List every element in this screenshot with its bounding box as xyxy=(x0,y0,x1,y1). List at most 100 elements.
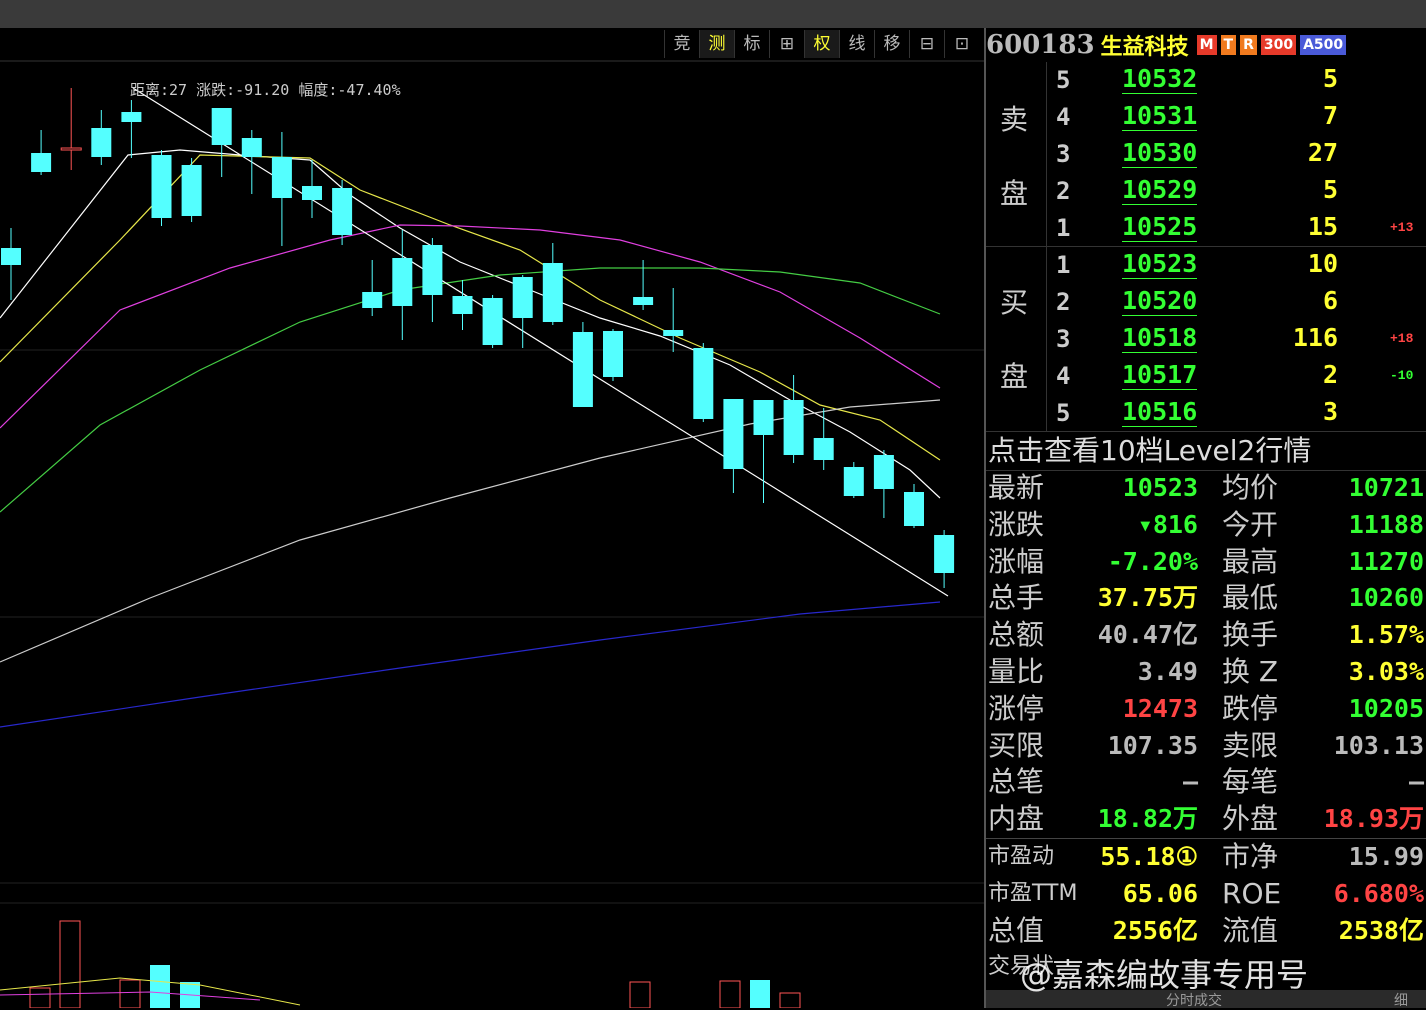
sell-label-2: 盘 xyxy=(1000,177,1029,210)
stat-label: 总额 xyxy=(988,618,1045,652)
candle xyxy=(271,132,292,246)
stat-value: 103.13 xyxy=(1333,730,1424,760)
buy-row-2[interactable]: 2 10520 6 xyxy=(1056,284,1426,321)
tab-detail[interactable]: 细 xyxy=(1394,990,1408,1010)
stat-label: 市盈动 xyxy=(988,843,1055,869)
candle xyxy=(151,150,172,226)
candle xyxy=(60,88,82,170)
candle xyxy=(181,158,202,222)
stat-label: 涨停 xyxy=(988,691,1045,725)
kline-chart[interactable]: 距离:27 涨跌:-91.20 幅度:-47.40% xyxy=(0,28,984,1008)
volume-bar xyxy=(29,987,51,1008)
stat-value: 40.47亿 xyxy=(1097,620,1198,650)
stat-label: 今开 xyxy=(1222,507,1279,541)
stat-label: 最低 xyxy=(1222,581,1279,615)
candle xyxy=(813,408,834,470)
stat-row: 总额 40.47亿 换手 1.57% xyxy=(986,617,1426,654)
buy-volume: 10 xyxy=(1307,249,1338,278)
buy-volume: 6 xyxy=(1322,286,1338,315)
buy-row-4[interactable]: 4 10517 2 -10 xyxy=(1056,358,1426,395)
stock-badge-300[interactable]: 300 xyxy=(1260,35,1297,55)
stat-row: 市盈动 55.18① 市净 15.99 xyxy=(986,839,1426,876)
sell-row-5[interactable]: 5 10532 5 xyxy=(1056,62,1426,99)
candle xyxy=(843,462,864,498)
stock-header: 600183 生益科技 M T R 300 A500 xyxy=(986,30,1347,60)
stat-value: 12473 xyxy=(1122,693,1198,723)
candle xyxy=(31,130,52,175)
toolbar-button-3[interactable]: ⊞ xyxy=(769,30,804,58)
volume-bar xyxy=(59,920,81,1008)
buy-row-3[interactable]: 3 10518 116 +18 xyxy=(1056,321,1426,358)
buy-row-1[interactable]: 1 10523 10 xyxy=(1056,247,1426,284)
sell-row-1[interactable]: 1 10525 15 +13 xyxy=(1056,210,1426,247)
buy-volume: 116 xyxy=(1292,323,1338,352)
toolbar-button-6[interactable]: 移 xyxy=(874,30,909,58)
stat-row: 总手 37.75万 最低 10260 xyxy=(986,580,1426,617)
sell-row-3[interactable]: 3 10530 27 xyxy=(1056,136,1426,173)
buy-level: 1 xyxy=(1056,251,1071,279)
stat-value: 10523 xyxy=(1122,473,1198,502)
toolbar-button-2[interactable]: 标 xyxy=(734,30,769,58)
stat-label: 市盈TTM xyxy=(988,880,1078,906)
stock-badge-r[interactable]: R xyxy=(1240,35,1257,55)
candle xyxy=(934,530,955,588)
buy-row-5[interactable]: 5 10516 3 xyxy=(1056,395,1426,432)
candle xyxy=(1,228,21,300)
stock-badge-a500[interactable]: A500 xyxy=(1300,35,1347,55)
stat-value: 65.06 xyxy=(1122,878,1198,908)
toolbar-button-0[interactable]: 竞 xyxy=(664,30,699,58)
candle xyxy=(121,100,142,158)
stock-name: 生益科技 xyxy=(1100,35,1189,60)
stat-label: 总值 xyxy=(988,913,1045,947)
sell-row-2[interactable]: 2 10529 5 xyxy=(1056,173,1426,210)
toolbar-button-4[interactable]: 权 xyxy=(804,30,839,58)
trendline[interactable] xyxy=(132,87,949,597)
stat-label: 流值 xyxy=(1222,913,1279,947)
buy-volume: 3 xyxy=(1322,397,1338,426)
sell-row-4[interactable]: 4 10531 7 xyxy=(1056,99,1426,136)
stat-label: 最高 xyxy=(1222,544,1279,578)
stat-label: 总笔 xyxy=(988,765,1045,799)
volume-bar xyxy=(629,981,651,1008)
volume-bar xyxy=(719,980,741,1008)
stat-row: 总值 2556亿 流值 2538亿 xyxy=(986,913,1426,950)
candle xyxy=(693,343,714,422)
stat-value: 11270 xyxy=(1348,546,1424,576)
toolbar-button-7[interactable]: ⊟ xyxy=(909,30,944,58)
level2-link[interactable]: 点击查看10档Level2行情 xyxy=(986,432,1426,471)
stat-row: 最新 10523 均价 10721 xyxy=(986,470,1426,507)
stat-value: 6.680% xyxy=(1333,878,1424,908)
toolbar-button-8[interactable]: ⊡ xyxy=(944,30,979,58)
sell-volume: 5 xyxy=(1322,175,1338,204)
toolbar-button-1[interactable]: 测 xyxy=(699,30,734,58)
stat-label: ROE xyxy=(1222,876,1282,910)
watermark: @嘉森编故事专用号 xyxy=(1020,956,1309,994)
candle xyxy=(572,322,593,407)
sell-change: +13 xyxy=(1390,220,1414,235)
stat-row: 买限 107.35 卖限 103.13 xyxy=(986,728,1426,765)
sell-volume: 7 xyxy=(1322,101,1338,130)
candle xyxy=(783,375,804,463)
sell-price: 10525 xyxy=(1122,212,1198,242)
toolbar-button-5[interactable]: 线 xyxy=(839,30,874,58)
stock-badge-t[interactable]: T xyxy=(1220,35,1237,55)
stat-value: 2556亿 xyxy=(1112,915,1198,945)
sell-level: 3 xyxy=(1056,140,1071,168)
stat-value: 11188 xyxy=(1348,509,1424,539)
sell-price: 10530 xyxy=(1122,138,1198,168)
stat-value: 18.82万 xyxy=(1097,804,1198,834)
candle xyxy=(392,230,413,340)
stat-value: 10260 xyxy=(1348,583,1424,613)
stock-badge-m[interactable]: M xyxy=(1196,35,1217,55)
stat-label: 涨跌 xyxy=(988,507,1045,541)
volume-bar xyxy=(150,965,170,1008)
candle xyxy=(603,329,623,381)
buy-label-1: 买 xyxy=(1000,286,1029,319)
stat-value: 2538亿 xyxy=(1338,915,1424,945)
buy-level: 4 xyxy=(1056,362,1071,390)
kline-chart-area[interactable]: 距离:27 涨跌:-91.20 幅度:-47.40% xyxy=(0,28,984,1008)
top-bar xyxy=(0,0,1426,28)
candle xyxy=(723,399,744,493)
stat-label: 涨幅 xyxy=(988,544,1045,578)
candle xyxy=(241,130,262,194)
